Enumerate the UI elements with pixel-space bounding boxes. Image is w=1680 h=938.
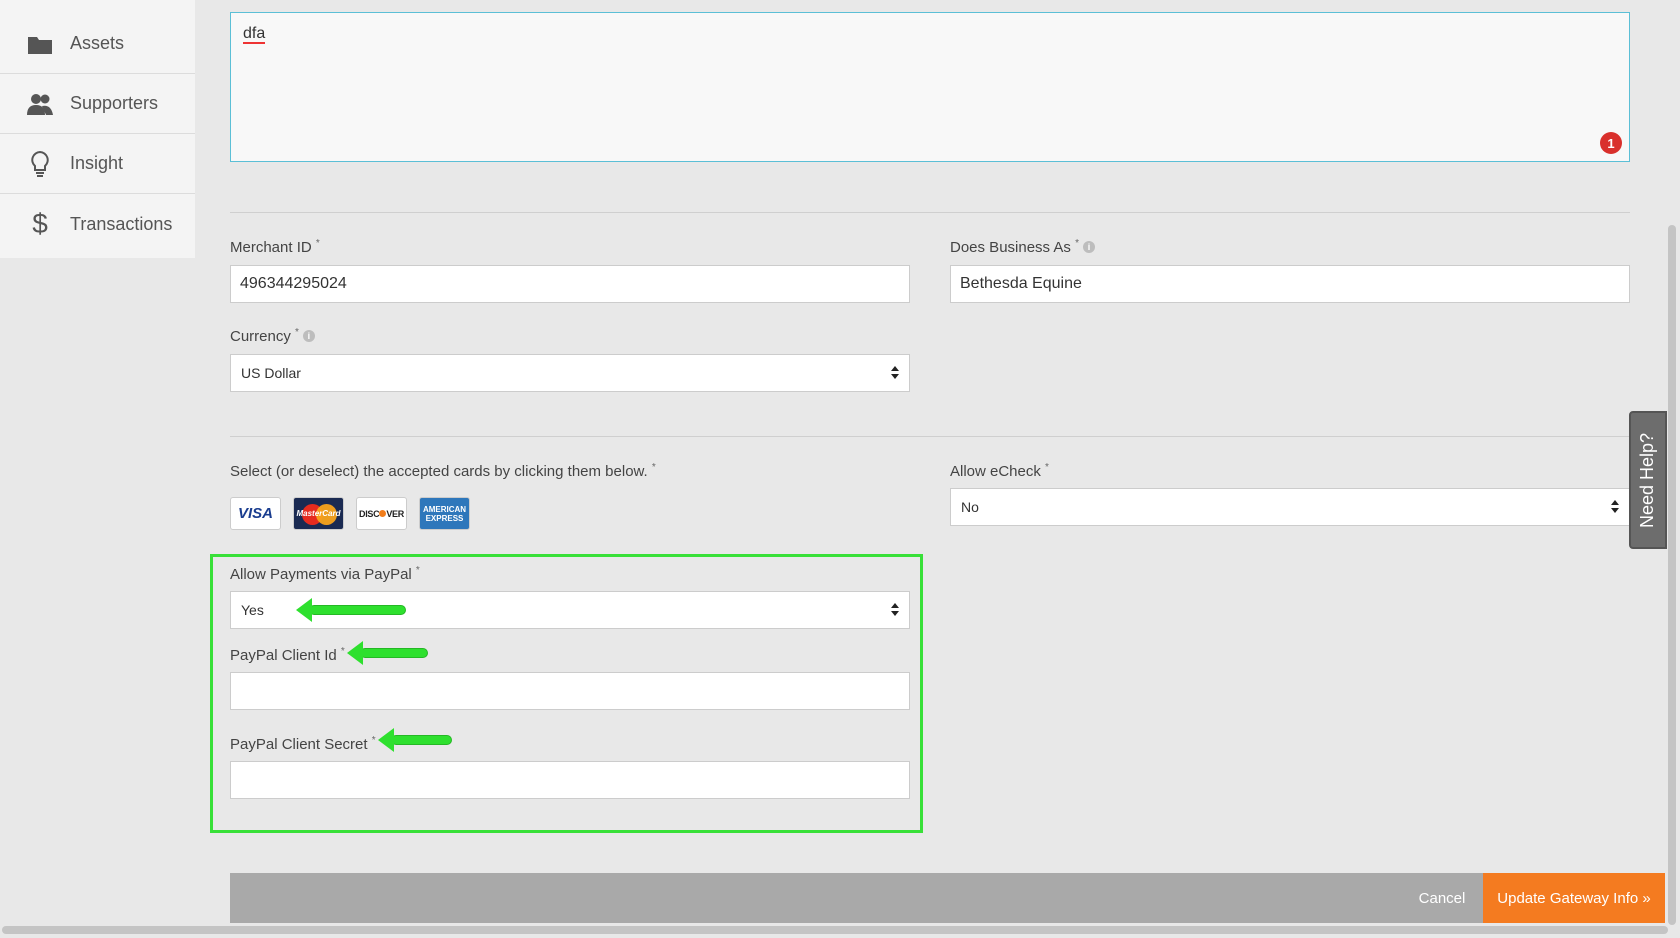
cancel-button[interactable]: Cancel (1404, 873, 1480, 923)
section-divider (230, 212, 1630, 213)
visa-text: VISA (237, 505, 273, 522)
select-arrows-icon (1611, 499, 1619, 515)
select-arrows-icon (891, 602, 899, 618)
need-help-label: Need Help? (1637, 432, 1658, 528)
green-arrow-annotation (296, 598, 405, 622)
paypal-allow-label: Allow Payments via PayPal * (230, 565, 420, 583)
paypal-client-secret-label: PayPal Client Secret * (230, 735, 376, 753)
green-arrow-annotation (378, 728, 451, 752)
sidebar: Assets Supporters Insight $ Transactions (0, 0, 195, 258)
section-divider (230, 436, 1630, 437)
paypal-allow-value: Yes (241, 602, 264, 618)
horizontal-scrollbar[interactable] (2, 926, 1668, 934)
update-gateway-button[interactable]: Update Gateway Info » (1483, 873, 1665, 923)
dollar-icon: $ (32, 208, 48, 239)
need-help-tab[interactable]: Need Help? (1629, 411, 1667, 549)
currency-label: Currency * i (230, 327, 315, 345)
merchant-id-input[interactable]: 496344295024 (230, 265, 910, 303)
users-icon (26, 90, 54, 118)
sidebar-item-insight[interactable]: Insight (0, 134, 195, 194)
vertical-scrollbar[interactable] (1668, 225, 1676, 925)
visa-card-icon[interactable]: VISA (230, 497, 281, 530)
description-textarea[interactable]: dfa (230, 12, 1630, 162)
amex-text-b: EXPRESS (425, 513, 464, 523)
merchant-id-value: 496344295024 (240, 275, 347, 292)
sidebar-item-label: Insight (70, 153, 124, 173)
folder-icon (26, 30, 54, 58)
mastercard-card-icon[interactable]: MasterCard (293, 497, 344, 530)
error-count-badge: 1 (1600, 132, 1622, 154)
discover-text-a: DISC (359, 508, 380, 519)
info-icon[interactable]: i (302, 330, 315, 342)
sidebar-item-label: Assets (70, 33, 125, 53)
dba-label: Does Business As * i (950, 238, 1095, 256)
echeck-value: No (961, 499, 979, 515)
description-value: dfa (243, 25, 266, 44)
echeck-label: Allow eCheck * (950, 462, 1049, 480)
sidebar-item-label: Transactions (70, 213, 173, 234)
discover-text-b: VER (386, 508, 404, 519)
green-arrow-annotation (347, 641, 427, 665)
echeck-select[interactable]: No (950, 488, 1630, 526)
paypal-client-id-input[interactable] (230, 672, 910, 710)
discover-card-icon[interactable]: DISC VER (356, 497, 407, 530)
info-icon[interactable]: i (1082, 241, 1095, 253)
select-arrows-icon (891, 365, 899, 381)
sidebar-item-label: Supporters (70, 93, 159, 113)
sidebar-item-supporters[interactable]: Supporters (0, 74, 195, 134)
merchant-id-label: Merchant ID * (230, 238, 320, 256)
mastercard-text: MasterCard (296, 509, 341, 518)
sidebar-item-transactions[interactable]: $ Transactions (0, 194, 195, 254)
sidebar-item-assets[interactable]: Assets (0, 14, 195, 74)
accepted-cards-label: Select (or deselect) the accepted cards … (230, 462, 656, 480)
lightbulb-icon (26, 150, 54, 178)
discover-dot-icon (379, 510, 387, 517)
amex-text-a: AMERICAN (422, 504, 467, 514)
currency-select[interactable]: US Dollar (230, 354, 910, 392)
dba-input[interactable]: Bethesda Equine (950, 265, 1630, 303)
amex-card-icon[interactable]: AMERICAN EXPRESS (419, 497, 470, 530)
paypal-client-id-label: PayPal Client Id * (230, 646, 345, 664)
dba-value: Bethesda Equine (960, 275, 1082, 292)
currency-value: US Dollar (241, 365, 301, 381)
paypal-client-secret-input[interactable] (230, 761, 910, 799)
